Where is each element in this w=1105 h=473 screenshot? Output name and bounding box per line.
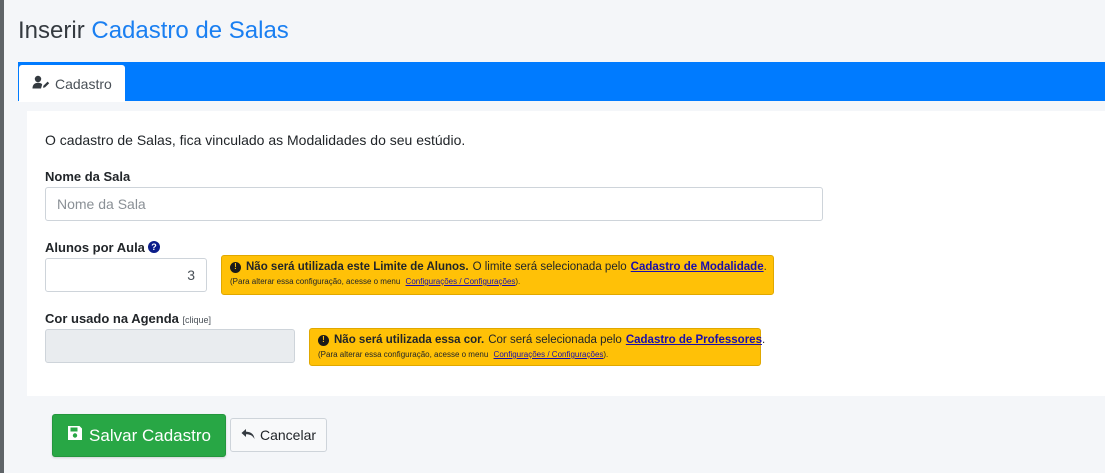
alunos-por-aula-label: Alunos por Aula [45, 240, 145, 255]
cancel-button[interactable]: Cancelar [230, 418, 327, 452]
form-card: O cadastro de Salas, fica vinculado as M… [27, 111, 1105, 396]
save-button-label: Salvar Cadastro [89, 425, 211, 445]
cor-agenda-hint: [clique] [182, 315, 212, 325]
form-intro: O cadastro de Salas, fica vinculado as M… [45, 132, 466, 148]
configuracoes-link[interactable]: Configurações / Configurações [406, 277, 516, 286]
cadastro-professores-link[interactable]: Cadastro de Professores [626, 333, 762, 347]
cor-agenda-label: Cor usado na Agenda [clique] [45, 311, 211, 326]
cor-alert-bold: Não será utilizada essa cor. [334, 334, 485, 346]
exclamation-circle-icon: ! [318, 334, 329, 346]
form-footer: Salvar Cadastro Cancelar [27, 396, 1105, 473]
tab-cadastro[interactable]: Cadastro [19, 65, 125, 102]
alunos-warning-alert: ! Não será utilizada este Limite de Alun… [221, 255, 774, 295]
page-title-main: Cadastro de Salas [91, 17, 289, 44]
user-edit-icon [32, 75, 55, 92]
nome-sala-input[interactable] [45, 187, 823, 221]
cor-alert-small-text: (Para alterar essa configuração, acesse … [318, 350, 489, 359]
page-title: Inserir Cadastro de Salas [18, 14, 289, 48]
save-button[interactable]: Salvar Cadastro [52, 414, 226, 457]
cancel-button-label: Cancelar [259, 427, 317, 443]
alunos-alert-bold: Não será utilizada este Limite de Alunos… [246, 261, 469, 273]
exclamation-circle-icon: ! [230, 261, 241, 273]
question-circle-icon[interactable]: ? [148, 241, 160, 253]
save-icon [67, 425, 89, 446]
undo-icon [241, 427, 260, 443]
cor-alert-text: Cor será selecionada pelo [488, 334, 622, 346]
configuracoes-link[interactable]: Configurações / Configurações [494, 350, 604, 359]
alunos-por-aula-input[interactable] [45, 258, 207, 292]
nome-sala-label: Nome da Sala [45, 169, 131, 184]
cor-alert-small-end: ). [603, 350, 609, 359]
page-title-prefix: Inserir [18, 17, 85, 44]
cadastro-modalidade-link[interactable]: Cadastro de Modalidade [631, 260, 764, 274]
cor-agenda-label-text: Cor usado na Agenda [45, 311, 179, 326]
alunos-alert-text: O limite será selecionada pelo [472, 261, 627, 273]
alunos-alert-small-text: (Para alterar essa configuração, acesse … [230, 277, 401, 286]
cor-agenda-picker[interactable] [45, 329, 295, 363]
tab-bar: Cadastro [18, 62, 1105, 102]
cor-warning-alert: ! Não será utilizada essa cor. Cor será … [309, 328, 765, 366]
cor-alert-end: . [761, 334, 766, 346]
alunos-alert-end: . [763, 261, 767, 273]
window-edge [0, 0, 4, 473]
tab-cadastro-label: Cadastro [55, 75, 112, 92]
alunos-alert-small-end: ). [515, 277, 521, 286]
